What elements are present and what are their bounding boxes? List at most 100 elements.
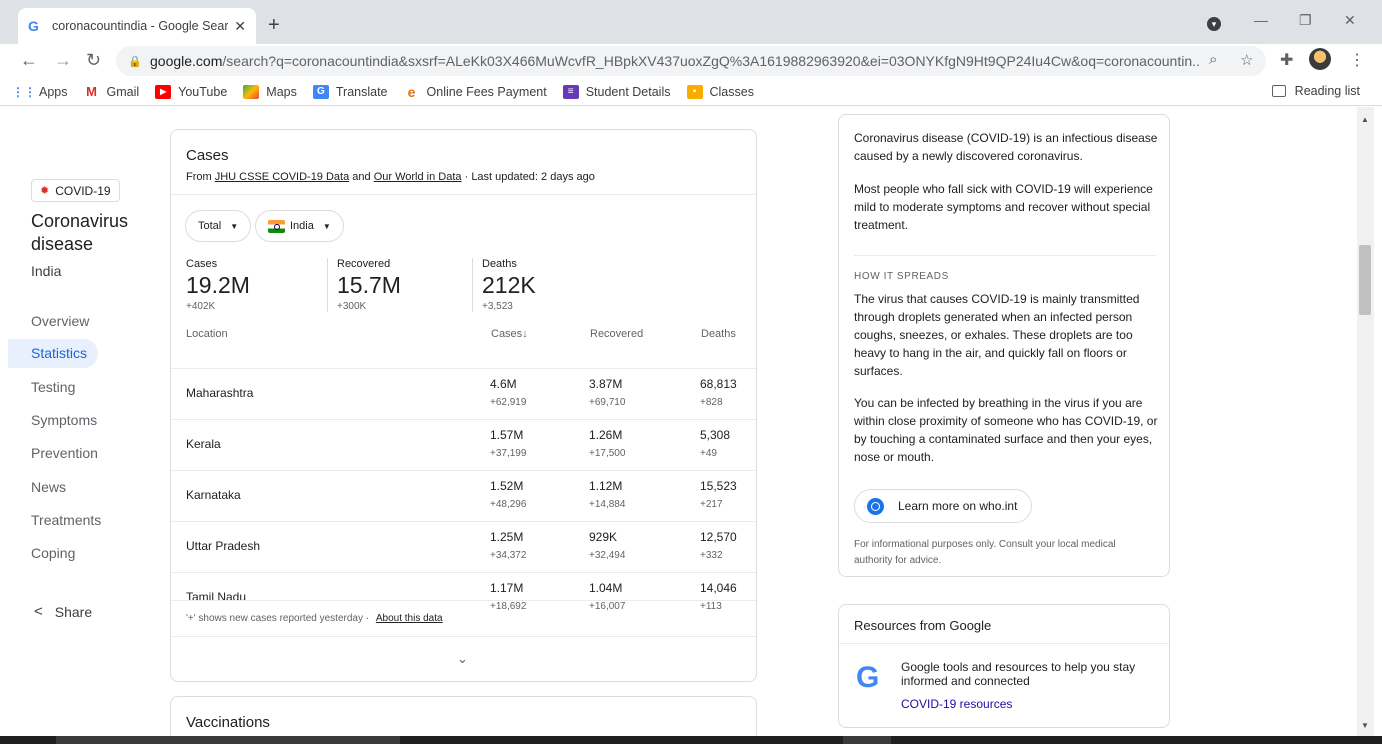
covid-resources-link[interactable]: COVID-19 resources (901, 697, 1012, 711)
filter-label: Total (198, 220, 222, 232)
expand-chevron-icon[interactable]: ⌄ (457, 651, 468, 667)
bookmark-gmail[interactable]: M Gmail (84, 84, 140, 99)
cell-cases: 1.25M +34,372 (490, 530, 526, 561)
reading-list-button[interactable]: Reading list (1271, 84, 1360, 98)
row-location: Uttar Pradesh (186, 539, 261, 553)
cell-deaths: 14,046 +113 (700, 581, 737, 612)
nav-item-testing[interactable]: Testing (31, 379, 75, 395)
restore-icon[interactable]: ❐ (1299, 12, 1312, 29)
nav-item-statistics[interactable]: Statistics (8, 339, 98, 368)
deaths-delta: +113 (700, 601, 722, 612)
nav-item-overview[interactable]: Overview (31, 313, 89, 329)
taskbar-item[interactable] (843, 736, 891, 744)
taskbar-item[interactable] (56, 736, 400, 744)
bookmark-maps[interactable]: Maps (243, 84, 297, 99)
close-window-icon[interactable]: ✕ (1344, 12, 1356, 29)
about-data-link[interactable]: About this data (376, 613, 443, 624)
deaths-value: 68,813 (700, 377, 737, 391)
url-host: google.com (150, 53, 223, 69)
total-filter-dropdown[interactable]: Total ▼ (185, 210, 252, 242)
page-scrollbar[interactable]: ▲ ▼ (1357, 107, 1374, 736)
recovered-delta: +14,884 (589, 499, 626, 510)
deaths-value: 5,308 (700, 428, 731, 442)
nav-item-symptoms[interactable]: Symptoms (31, 412, 97, 428)
table-row[interactable]: Karnataka 1.52M +48,296 1.12M +14,884 15,523 +… (171, 470, 756, 521)
search-results-page: ✹ COVID-19 Coronavirus disease India Ove… (0, 107, 1382, 736)
cell-recovered: 929K +32,494 (589, 530, 625, 561)
resources-card: Resources from Google G Google tools and… (838, 604, 1170, 728)
share-label: Share (54, 603, 93, 620)
lock-icon[interactable]: 🔒 (128, 55, 150, 68)
bookmark-label: Maps (266, 84, 297, 99)
row-location: Maharashtra (186, 386, 254, 400)
info-paragraph: You can be infected by breathing in the … (854, 396, 1158, 464)
google-favicon-icon: G (28, 18, 39, 34)
column-header-recovered[interactable]: Recovered (590, 328, 643, 340)
tab-search-icon[interactable]: ▾ (1207, 17, 1221, 31)
table-row[interactable]: Maharashtra 4.6M +62,919 3.87M +69,710 68,813… (171, 368, 756, 419)
bookmark-student-details[interactable]: ≡ Student Details (562, 84, 671, 99)
maps-icon (243, 84, 260, 99)
recovered-delta: +69,710 (589, 397, 626, 408)
jhu-link[interactable]: JHU CSSE COVID-19 Data (215, 171, 349, 183)
forward-icon[interactable]: → (54, 50, 72, 71)
address-bar[interactable]: 🔒 google.com/search?q=coronacountindia&s… (116, 46, 1266, 76)
cases-value: 1.17M (490, 581, 524, 595)
owid-link[interactable]: Our World in Data (374, 171, 462, 183)
minimize-icon[interactable]: — (1254, 12, 1268, 28)
profile-avatar[interactable] (1309, 48, 1331, 70)
close-tab-icon[interactable]: ✕ (234, 18, 246, 35)
share-button[interactable]: < Share (34, 603, 92, 620)
bookmark-star-icon[interactable]: ☆ (1240, 51, 1253, 69)
deaths-delta: +332 (700, 550, 723, 561)
stat-delta: +3,523 (482, 301, 513, 312)
source-and: and (352, 171, 371, 183)
new-tab-button[interactable]: + (268, 14, 280, 37)
divider (171, 600, 756, 601)
covid-badge: ✹ COVID-19 (31, 179, 120, 202)
table-row[interactable]: Uttar Pradesh 1.25M +34,372 929K +32,494 12,5… (171, 521, 756, 572)
bookmark-translate[interactable]: G Translate (312, 84, 388, 99)
deaths-delta: +49 (700, 448, 717, 459)
cell-recovered: 1.12M +14,884 (589, 479, 625, 510)
recovered-delta: +32,494 (589, 550, 626, 561)
who-link-label: Learn more on who.int (898, 499, 1018, 513)
nav-item-treatments[interactable]: Treatments (31, 512, 101, 528)
who-link-button[interactable]: Learn more on who.int (854, 489, 1033, 523)
zoom-icon[interactable]: ⌕ (1209, 51, 1217, 68)
bookmark-classes[interactable]: ▪ Classes (686, 84, 754, 99)
bookmark-youtube[interactable]: ▶ YouTube (155, 84, 227, 99)
share-icon: < (34, 603, 43, 620)
youtube-icon: ▶ (155, 84, 172, 99)
column-header-cases[interactable]: Cases↓ (491, 328, 528, 340)
extensions-icon[interactable]: ✚ (1280, 50, 1293, 70)
scroll-down-icon[interactable]: ▼ (1361, 721, 1369, 730)
vaccinations-title: Vaccinations (186, 714, 270, 731)
region-filter-dropdown[interactable]: India ▼ (255, 210, 344, 242)
nav-item-news[interactable]: News (31, 479, 66, 495)
bookmark-apps[interactable]: ⋮⋮ Apps (12, 85, 68, 99)
browser-tab[interactable]: G coronacountindia - Google Search ✕ (18, 8, 256, 44)
disclaimer: For informational purposes only. Consult… (854, 539, 1116, 566)
scroll-up-icon[interactable]: ▲ (1361, 115, 1369, 124)
bookmark-label: Classes (709, 84, 754, 99)
bookmark-label: Gmail (106, 84, 140, 99)
section-heading: HOW IT SPREADS (854, 271, 949, 282)
india-flag-icon (268, 219, 285, 233)
caret-down-icon: ▼ (230, 221, 239, 231)
table-row[interactable]: Kerala 1.57M +37,199 1.26M +17,500 5,308 +49 (171, 419, 756, 470)
bookmark-online-fees[interactable]: e Online Fees Payment (404, 84, 547, 100)
column-header-deaths[interactable]: Deaths (701, 328, 736, 340)
scrollbar-thumb[interactable] (1359, 245, 1371, 315)
back-icon[interactable]: ← (20, 50, 38, 71)
cell-recovered: 1.04M +16,007 (589, 581, 625, 612)
nav-item-coping[interactable]: Coping (31, 545, 75, 561)
tab-title: coronacountindia - Google Search (52, 19, 229, 33)
cases-delta: +48,296 (490, 499, 527, 510)
vaccinations-card[interactable]: Vaccinations (170, 696, 757, 736)
nav-item-prevention[interactable]: Prevention (31, 445, 98, 461)
menu-kebab-icon[interactable]: ⋮ (1349, 50, 1365, 70)
reload-icon[interactable]: ↻ (86, 50, 101, 71)
stat-value: 212K (482, 272, 536, 298)
covid-info-card: Coronavirus disease (COVID-19) is an inf… (838, 114, 1170, 577)
